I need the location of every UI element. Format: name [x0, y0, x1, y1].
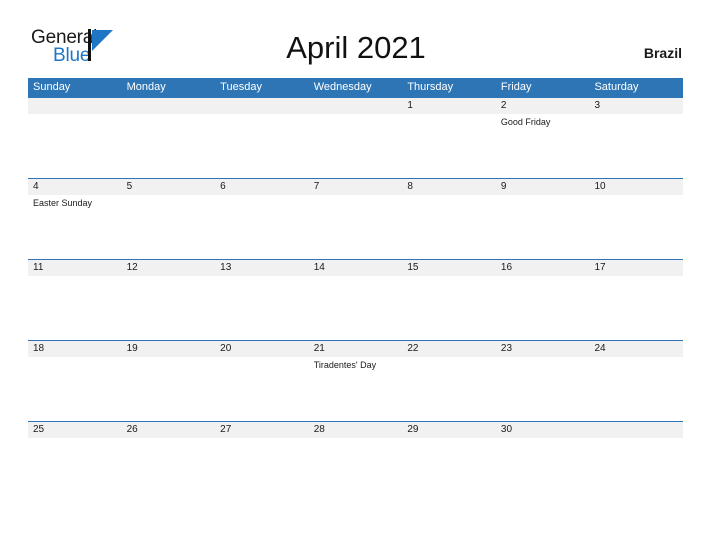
- day-event: [309, 195, 403, 259]
- day-event: [215, 357, 309, 421]
- weekday-header-tuesday: Tuesday: [220, 81, 262, 93]
- day-number[interactable]: 24: [589, 341, 683, 357]
- day-number[interactable]: [28, 98, 122, 114]
- day-event: Tiradentes' Day: [313, 360, 377, 370]
- day-number[interactable]: [589, 422, 683, 438]
- day-event: [496, 438, 590, 502]
- day-number[interactable]: 11: [28, 260, 122, 276]
- day-number[interactable]: 14: [309, 260, 403, 276]
- day-event: [215, 438, 309, 502]
- week-event-band: Tiradentes' Day: [28, 357, 683, 421]
- day-number[interactable]: 18: [28, 341, 122, 357]
- day-event: [496, 195, 590, 259]
- day-number[interactable]: 30: [496, 422, 590, 438]
- day-event: [28, 114, 122, 178]
- day-number[interactable]: 23: [496, 341, 590, 357]
- day-number[interactable]: 19: [122, 341, 216, 357]
- week-row: 25 26 27 28 29 30: [28, 421, 683, 502]
- week-row: 1 2 3 Good Friday: [28, 97, 683, 178]
- day-event: [402, 357, 496, 421]
- day-event: [589, 114, 683, 178]
- weekday-header-monday: Monday: [126, 81, 166, 93]
- day-number[interactable]: 4: [28, 179, 122, 195]
- day-event: [589, 438, 683, 502]
- week-event-band: [28, 276, 683, 340]
- week-date-band: 18 19 20 21 22 23 24: [28, 341, 683, 357]
- week-date-band: 25 26 27 28 29 30: [28, 422, 683, 438]
- day-number[interactable]: 25: [28, 422, 122, 438]
- week-date-band: 11 12 13 14 15 16 17: [28, 260, 683, 276]
- day-event: [309, 114, 403, 178]
- week-row: 18 19 20 21 22 23 24 Tiradentes' Day: [28, 340, 683, 421]
- day-event: [215, 195, 309, 259]
- day-event: [28, 438, 122, 502]
- page-title: April 2021: [286, 30, 426, 65]
- week-row: 4 5 6 7 8 9 10 Easter Sunday: [28, 178, 683, 259]
- day-event: Good Friday: [500, 117, 551, 127]
- day-event: [122, 276, 216, 340]
- day-event: [589, 195, 683, 259]
- day-number[interactable]: 13: [215, 260, 309, 276]
- day-event: [496, 276, 590, 340]
- day-event: [28, 276, 122, 340]
- day-number[interactable]: 8: [402, 179, 496, 195]
- day-number[interactable]: 1: [402, 98, 496, 114]
- week-row: 11 12 13 14 15 16 17: [28, 259, 683, 340]
- day-event: [215, 114, 309, 178]
- week-event-band: Good Friday: [28, 114, 683, 178]
- day-number[interactable]: [122, 98, 216, 114]
- day-number[interactable]: [215, 98, 309, 114]
- weekday-header-friday: Friday: [500, 81, 532, 93]
- calendar-page: General Blue April 2021 Brazil Sunday Mo…: [0, 0, 712, 550]
- week-event-band: Easter Sunday: [28, 195, 683, 259]
- day-number[interactable]: [309, 98, 403, 114]
- day-event: [309, 438, 403, 502]
- day-event: [589, 276, 683, 340]
- day-number[interactable]: 27: [215, 422, 309, 438]
- weekday-header-wednesday: Wednesday: [313, 81, 372, 93]
- calendar-grid: Sunday Monday Tuesday Wednesday Thursday…: [28, 78, 683, 502]
- day-event: [28, 357, 122, 421]
- week-event-band: [28, 438, 683, 502]
- day-event: [496, 357, 590, 421]
- day-number[interactable]: 16: [496, 260, 590, 276]
- day-number[interactable]: 15: [402, 260, 496, 276]
- day-event: Easter Sunday: [33, 198, 93, 208]
- weekday-header-thursday: Thursday: [407, 81, 454, 93]
- day-event: [589, 357, 683, 421]
- day-event: [402, 195, 496, 259]
- day-number[interactable]: 29: [402, 422, 496, 438]
- day-number[interactable]: 20: [215, 341, 309, 357]
- day-number[interactable]: 6: [215, 179, 309, 195]
- day-event: [122, 195, 216, 259]
- day-number[interactable]: 7: [309, 179, 403, 195]
- day-number[interactable]: 12: [122, 260, 216, 276]
- day-number[interactable]: 10: [589, 179, 683, 195]
- day-event: [122, 438, 216, 502]
- week-date-band: 1 2 3: [28, 98, 683, 114]
- day-event: [215, 276, 309, 340]
- day-number[interactable]: 22: [402, 341, 496, 357]
- day-number[interactable]: 5: [122, 179, 216, 195]
- weekday-header-row: Sunday Monday Tuesday Wednesday Thursday…: [28, 78, 683, 97]
- week-date-band: 4 5 6 7 8 9 10: [28, 179, 683, 195]
- country-label: Brazil: [643, 45, 682, 61]
- day-event: [402, 276, 496, 340]
- day-event: [402, 438, 496, 502]
- day-number[interactable]: 3: [589, 98, 683, 114]
- page-header: General Blue April 2021 Brazil: [0, 0, 712, 76]
- weekday-header-sunday: Sunday: [33, 81, 71, 93]
- day-number[interactable]: 2: [496, 98, 590, 114]
- weekday-header-saturday: Saturday: [594, 81, 639, 93]
- day-number[interactable]: 26: [122, 422, 216, 438]
- day-number[interactable]: 21: [309, 341, 403, 357]
- day-number[interactable]: 17: [589, 260, 683, 276]
- day-event: [122, 357, 216, 421]
- day-event: [402, 114, 496, 178]
- day-number[interactable]: 9: [496, 179, 590, 195]
- day-event: [122, 114, 216, 178]
- day-number[interactable]: 28: [309, 422, 403, 438]
- day-event: [309, 276, 403, 340]
